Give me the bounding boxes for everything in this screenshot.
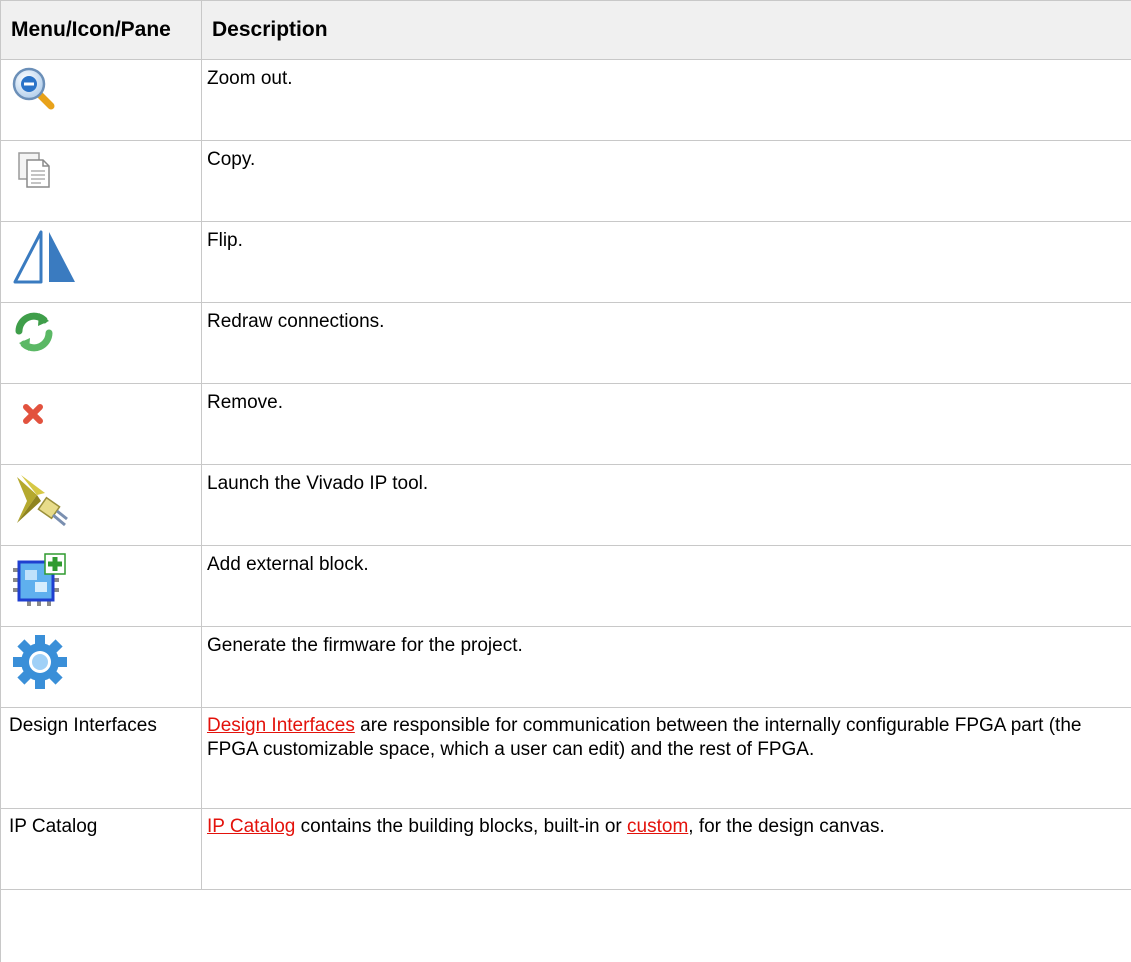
ip-catalog-link[interactable]: IP Catalog <box>207 816 295 837</box>
vivado-ip-tool-icon <box>11 471 201 529</box>
table-row: IP Catalog IP Catalog contains the build… <box>0 808 1131 890</box>
table-row: Redraw connections. <box>0 302 1131 384</box>
design-interfaces-link[interactable]: Design Interfaces <box>207 715 355 736</box>
description-text: contains the building blocks, built-in o… <box>295 816 628 837</box>
header-menu-icon-pane: Menu/Icon/Pane <box>0 0 202 60</box>
description-cell: Redraw connections. <box>201 302 1131 384</box>
table-row: Remove. <box>0 383 1131 465</box>
description-text: , for the design canvas. <box>688 816 885 837</box>
description-cell: Generate the firmware for the project. <box>201 626 1131 708</box>
pane-name-ip-catalog: IP Catalog <box>0 808 202 890</box>
description-cell: Design Interfaces are responsible for co… <box>201 707 1131 809</box>
header-description: Description <box>201 0 1131 60</box>
table-row: Add external block. <box>0 545 1131 627</box>
copy-icon <box>11 147 201 193</box>
flip-icon <box>11 228 201 286</box>
description-cell: Zoom out. <box>201 59 1131 141</box>
pane-name-design-interfaces: Design Interfaces <box>0 707 202 809</box>
table-row: Generate the firmware for the project. <box>0 626 1131 708</box>
generate-firmware-icon <box>11 633 201 691</box>
description-cell: IP Catalog contains the building blocks,… <box>201 808 1131 890</box>
add-external-block-icon <box>11 552 201 610</box>
custom-link[interactable]: custom <box>627 816 688 837</box>
table-row: Design Interfaces Design Interfaces are … <box>0 707 1131 809</box>
table-row: Zoom out. <box>0 59 1131 141</box>
table-row: Launch the Vivado IP tool. <box>0 464 1131 546</box>
remove-icon <box>11 390 201 436</box>
table-row: Copy. <box>0 140 1131 222</box>
table-header-row: Menu/Icon/Pane Description <box>0 0 1131 60</box>
description-cell: Remove. <box>201 383 1131 465</box>
menu-icon-table: Menu/Icon/Pane Description Zoom out. Cop… <box>0 0 1131 890</box>
description-cell: Copy. <box>201 140 1131 222</box>
zoom-out-icon <box>11 66 201 112</box>
table-row: Flip. <box>0 221 1131 303</box>
description-cell: Launch the Vivado IP tool. <box>201 464 1131 546</box>
description-cell: Flip. <box>201 221 1131 303</box>
redraw-connections-icon <box>11 309 201 355</box>
description-cell: Add external block. <box>201 545 1131 627</box>
